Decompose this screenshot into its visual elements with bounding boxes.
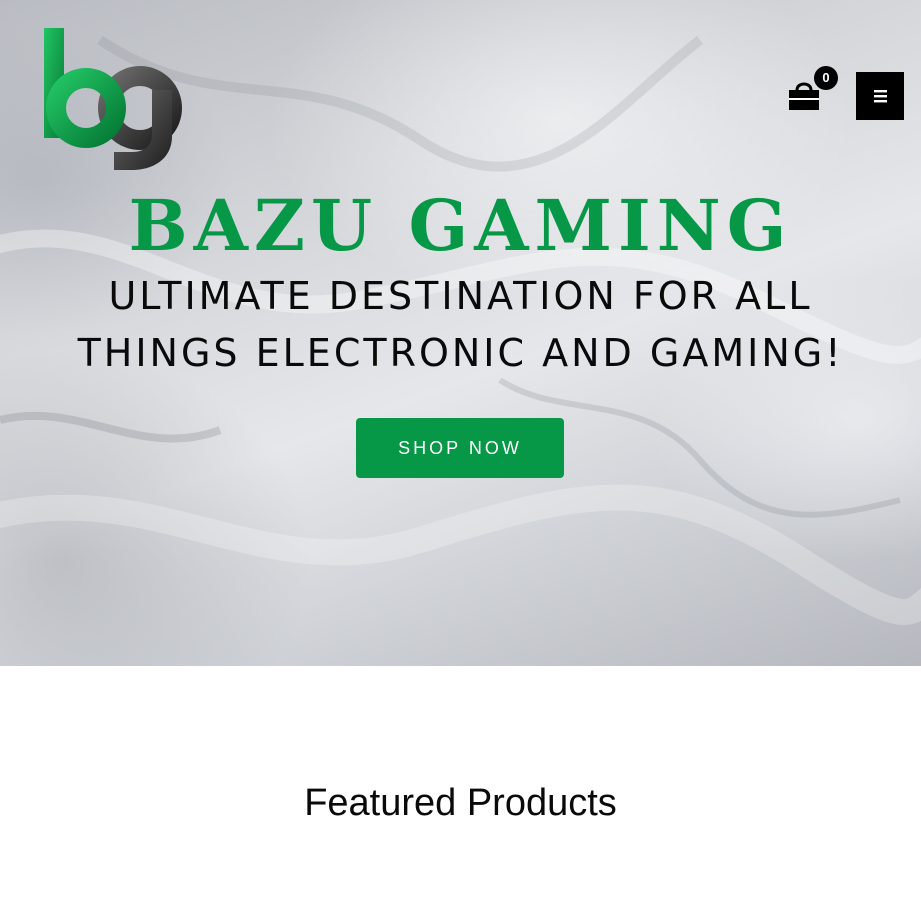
hero-tagline: ULTIMATE DESTINATION FOR ALL THINGS ELEC… [0, 268, 921, 382]
hero-tagline-line1: ULTIMATE DESTINATION FOR ALL [108, 274, 813, 318]
hero-title: BAZU GAMING [128, 184, 793, 267]
shop-now-button[interactable]: SHOP NOW [356, 418, 564, 478]
menu-toggle-button[interactable] [856, 72, 904, 120]
hamburger-menu-icon [874, 90, 887, 103]
hero-banner: 0 BAZU GAMING ULTIMATE DESTINATION FOR A… [0, 0, 921, 666]
featured-products-heading: Featured Products [304, 782, 617, 824]
cart-button[interactable]: 0 [782, 66, 842, 116]
hero-tagline-line2: THINGS ELECTRONIC AND GAMING! [77, 331, 844, 375]
bg-monogram-logo-icon [44, 28, 182, 170]
cart-count-badge: 0 [814, 66, 838, 90]
site-logo[interactable] [40, 24, 188, 172]
